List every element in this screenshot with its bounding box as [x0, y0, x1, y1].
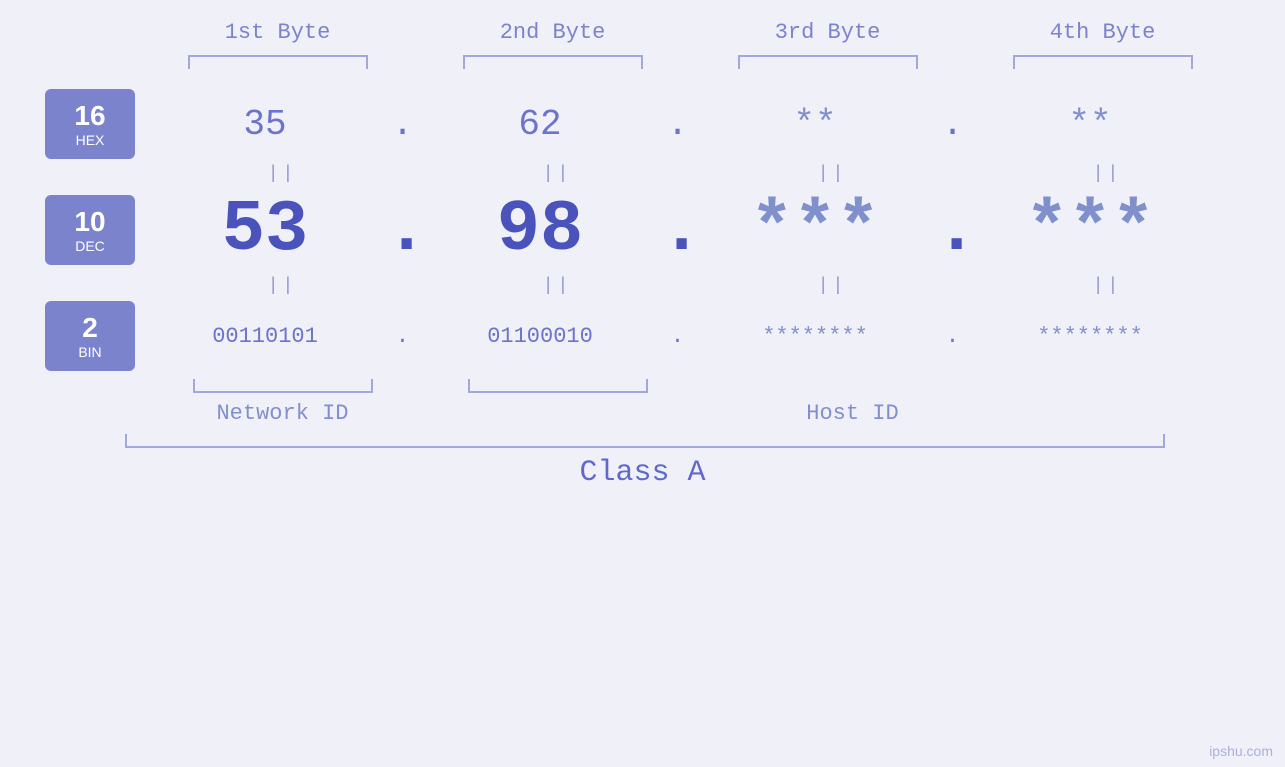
hex-base-num: 16	[74, 100, 105, 132]
network-id-label: Network ID	[145, 401, 420, 426]
eq-4: ||	[970, 164, 1245, 184]
dec-byte-3: ***	[695, 189, 935, 271]
bin-sep-2: .	[660, 324, 695, 349]
eq-6: ||	[420, 276, 695, 296]
class-bracket	[125, 434, 1165, 448]
bin-byte-2: 01100010	[420, 324, 660, 349]
bin-byte-4: ********	[970, 324, 1210, 349]
bin-byte-3: ********	[695, 324, 935, 349]
eq-7: ||	[695, 276, 970, 296]
top-brackets	[140, 55, 1285, 69]
watermark: ipshu.com	[1209, 743, 1273, 759]
bin-sep-3: .	[935, 324, 970, 349]
bin-base-name: BIN	[78, 344, 101, 360]
main-container: 1st Byte 2nd Byte 3rd Byte 4th Byte 16 H…	[0, 0, 1285, 767]
bin-base-num: 2	[82, 312, 98, 344]
hex-byte-2: 62	[420, 104, 660, 145]
bin-values: 00110101 . 01100010 . ******** . *******…	[145, 324, 1285, 349]
dec-sep-1: .	[385, 189, 420, 271]
eq-8: ||	[970, 276, 1245, 296]
dec-values: 53 . 98 . *** . ***	[145, 189, 1285, 271]
dec-byte-4: ***	[970, 189, 1210, 271]
dec-byte-1: 53	[145, 189, 385, 271]
eq-2: ||	[420, 164, 695, 184]
bin-label: 2 BIN	[45, 301, 135, 371]
byte-header-3: 3rd Byte	[690, 20, 965, 45]
byte-header-4: 4th Byte	[965, 20, 1240, 45]
dec-row: 10 DEC 53 . 98 . *** . ***	[0, 189, 1285, 271]
eq-5: ||	[145, 276, 420, 296]
hex-sep-2: .	[660, 104, 695, 145]
bin-sep-1: .	[385, 324, 420, 349]
hex-sep-1: .	[385, 104, 420, 145]
hex-byte-1: 35	[145, 104, 385, 145]
hex-byte-3: **	[695, 104, 935, 145]
bottom-brackets	[145, 379, 1285, 393]
hex-base-name: HEX	[76, 132, 105, 148]
eq-dec-bin: || || || ||	[145, 271, 1285, 301]
dec-sep-3: .	[935, 189, 970, 271]
dec-label: 10 DEC	[45, 195, 135, 265]
id-labels: Network ID Host ID	[145, 401, 1285, 426]
bin-row: 2 BIN 00110101 . 01100010 . ******** . *…	[0, 301, 1285, 371]
hex-values: 35 . 62 . ** . **	[145, 104, 1285, 145]
class-row: Class A	[0, 434, 1285, 490]
byte-header-2: 2nd Byte	[415, 20, 690, 45]
dec-byte-2: 98	[420, 189, 660, 271]
hex-row: 16 HEX 35 . 62 . ** . **	[0, 89, 1285, 159]
byte-header-1: 1st Byte	[140, 20, 415, 45]
bin-byte-1: 00110101	[145, 324, 385, 349]
class-label: Class A	[579, 456, 705, 490]
dec-sep-2: .	[660, 189, 695, 271]
dec-base-name: DEC	[75, 238, 105, 254]
dec-base-num: 10	[74, 206, 105, 238]
host-id-label: Host ID	[420, 401, 1285, 426]
hex-label: 16 HEX	[45, 89, 135, 159]
hex-byte-4: **	[970, 104, 1210, 145]
eq-hex-dec: || || || ||	[145, 159, 1285, 189]
eq-3: ||	[695, 164, 970, 184]
byte-headers: 1st Byte 2nd Byte 3rd Byte 4th Byte	[140, 20, 1285, 45]
eq-1: ||	[145, 164, 420, 184]
hex-sep-3: .	[935, 104, 970, 145]
